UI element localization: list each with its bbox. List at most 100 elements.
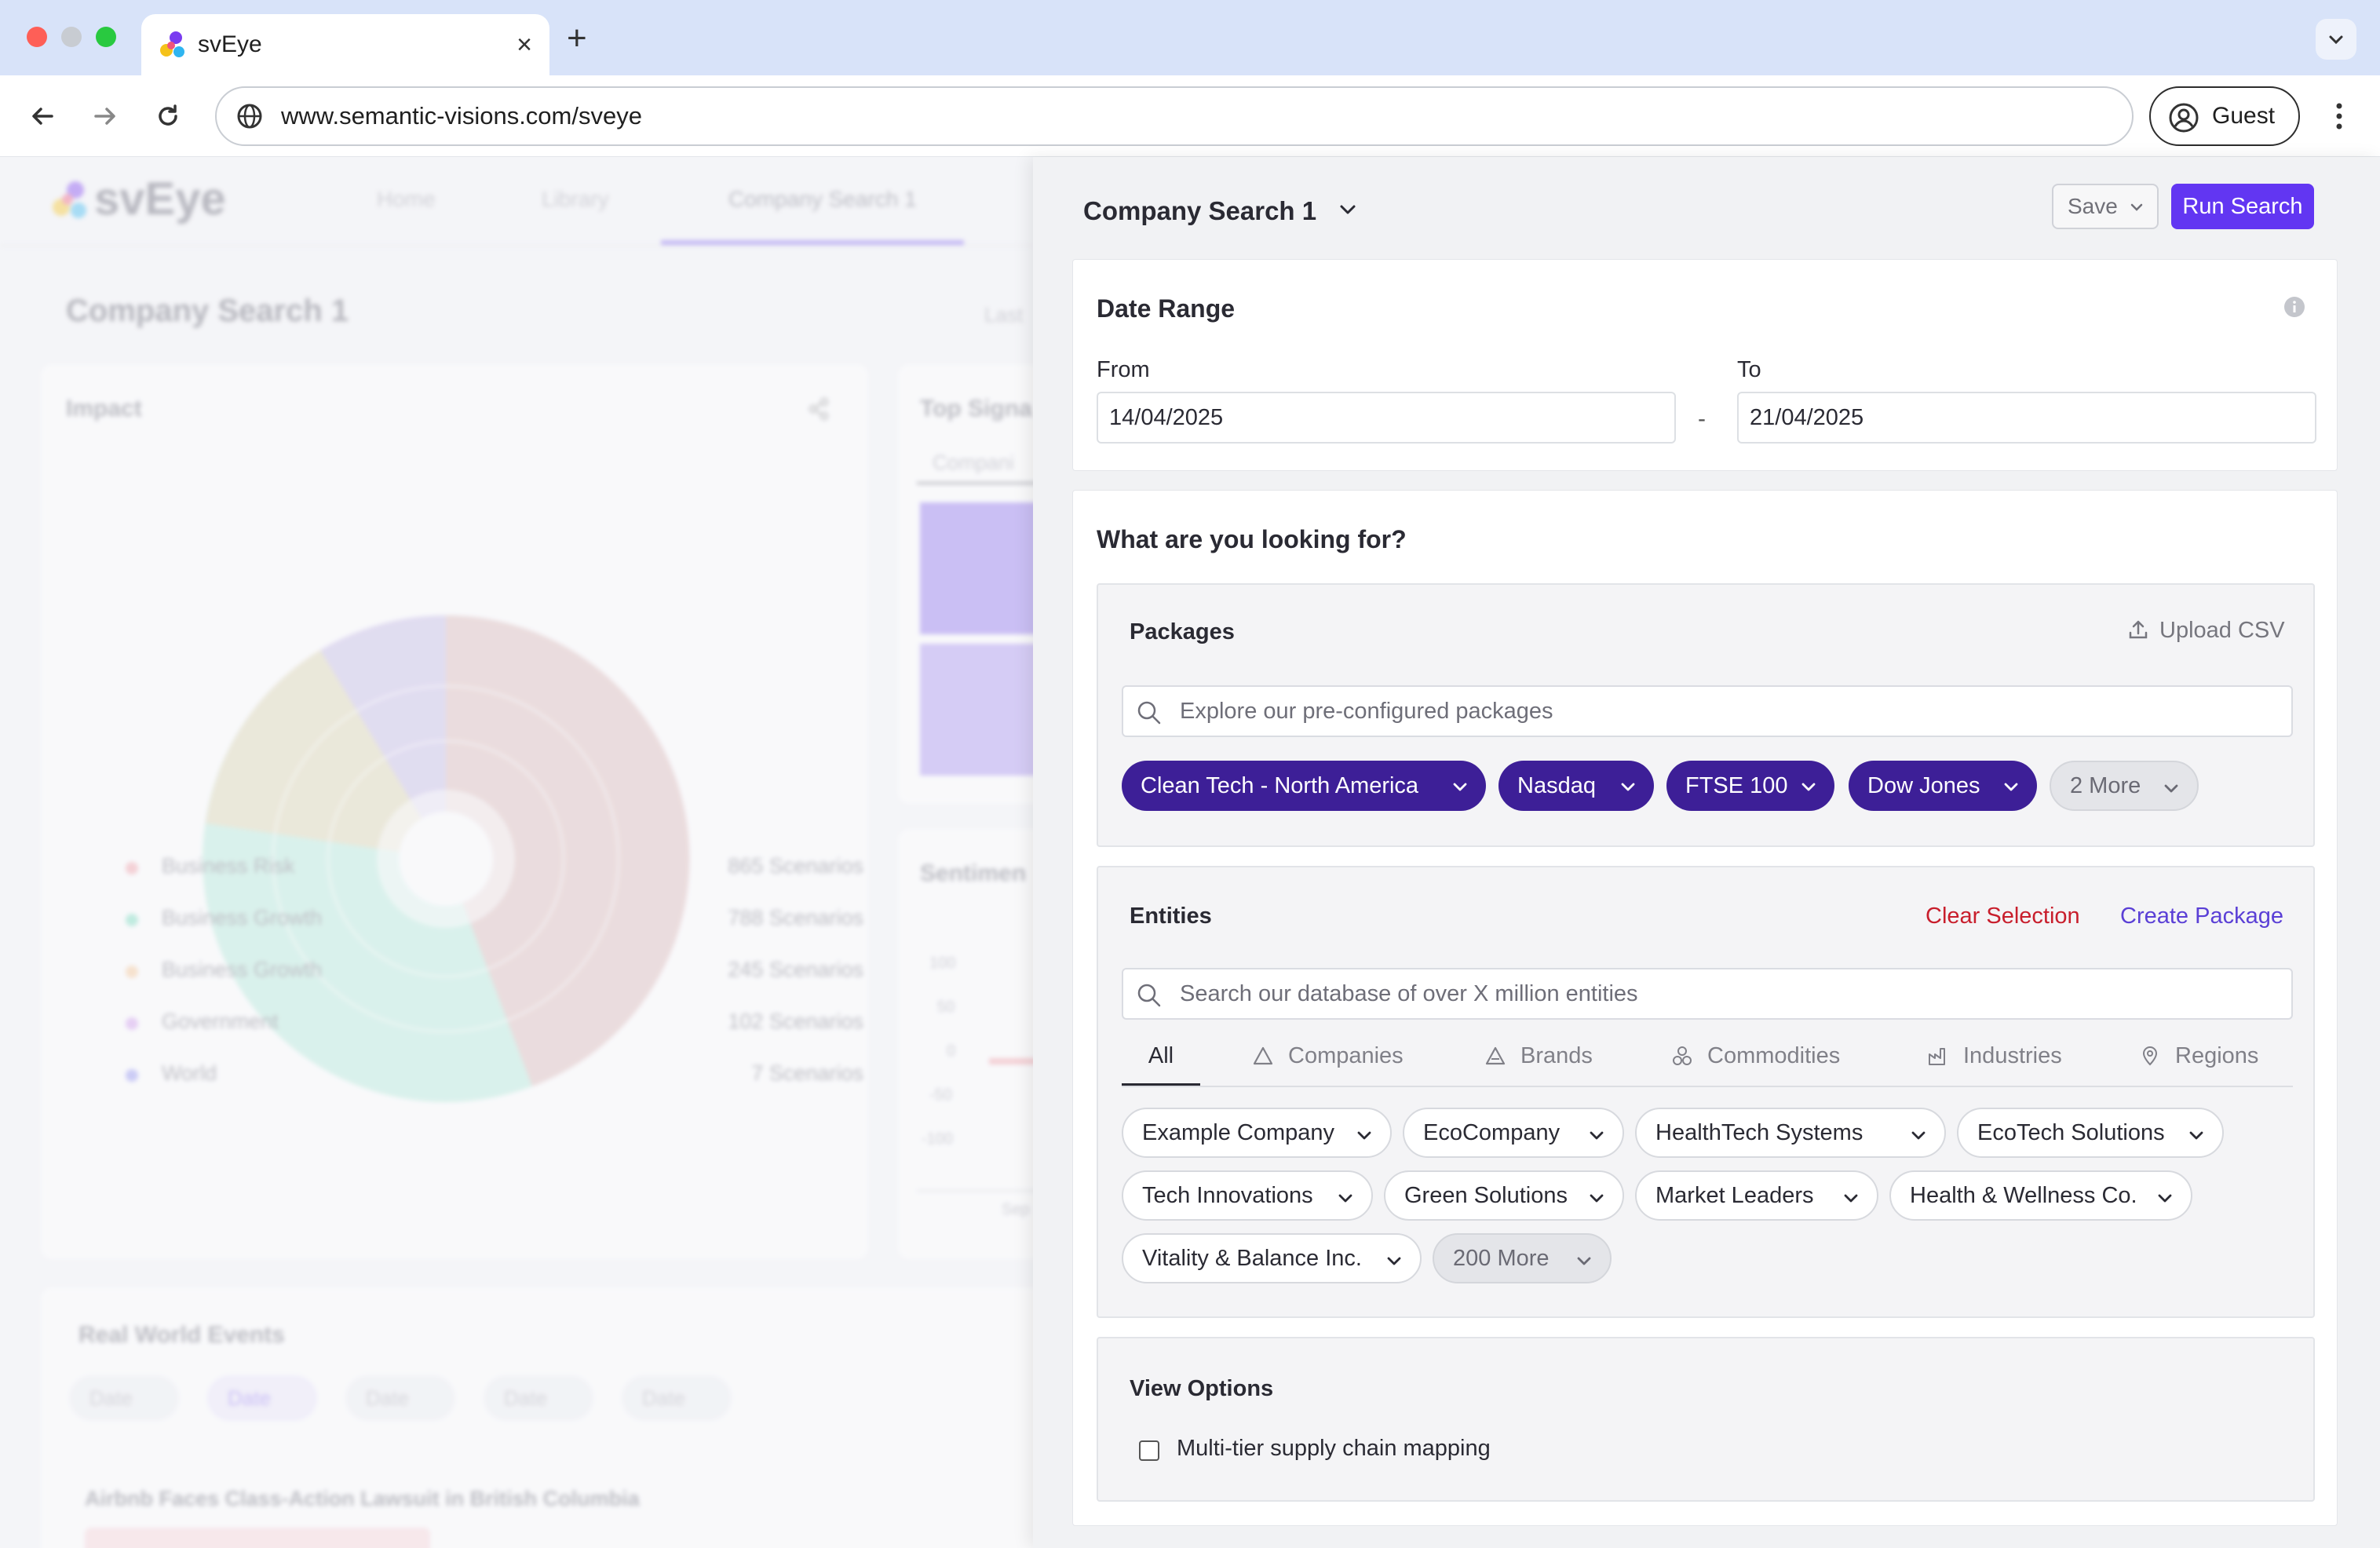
chevron-down-icon (2164, 784, 2178, 793)
tab-close-icon[interactable]: × (517, 25, 532, 64)
save-button[interactable]: Save (2052, 184, 2159, 229)
tab-title: svEye (198, 31, 262, 57)
chevron-down-icon (2158, 1194, 2172, 1203)
browser-tab-strip: svEye × + (0, 0, 2380, 75)
run-search-button[interactable]: Run Search (2171, 184, 2314, 229)
address-bar[interactable]: www.semantic-visions.com/sveye (215, 86, 2134, 146)
supply-chain-label[interactable]: Multi-tier supply chain mapping (1177, 1436, 1491, 1462)
browser-tab[interactable]: svEye × (141, 14, 549, 75)
packages-card: Packages Upload CSV Explore our pre-conf… (1097, 583, 2315, 847)
search-icon (1137, 701, 1161, 725)
package-chip[interactable]: Clean Tech - North America (1122, 761, 1486, 811)
chevron-down-icon (1577, 1257, 1591, 1265)
factory-icon (1929, 1048, 1945, 1065)
packages-search-input[interactable]: Explore our pre-configured packages (1122, 685, 2293, 737)
packages-title: Packages (1130, 619, 1235, 644)
entity-chip[interactable]: HealthTech Systems (1635, 1108, 1946, 1158)
package-chip[interactable]: FTSE 100 (1666, 761, 1834, 811)
entity-chip[interactable]: Example Company (1122, 1108, 1392, 1158)
profile-label: Guest (2212, 103, 2276, 129)
tab-all[interactable]: All (1122, 1034, 1200, 1086)
forward-button[interactable] (82, 93, 129, 140)
view-options-card: View Options Multi-tier supply chain map… (1097, 1337, 2315, 1502)
reload-button[interactable] (144, 93, 192, 140)
url-text: www.semantic-visions.com/sveye (281, 102, 642, 130)
upload-icon (2129, 620, 2148, 639)
entity-chip[interactable]: EcoCompany (1403, 1108, 1624, 1158)
chevron-down-icon (2329, 35, 2343, 45)
arrow-left-icon (32, 108, 53, 125)
new-tab-button[interactable]: + (567, 17, 587, 60)
chevron-down-icon (2189, 1131, 2203, 1140)
tab-regions[interactable]: Regions (2139, 1034, 2288, 1086)
chevron-down-icon (1911, 1131, 1926, 1140)
entity-chip[interactable]: Tech Innovations (1122, 1170, 1373, 1221)
more-entities-chip[interactable]: 200 More (1433, 1233, 1612, 1283)
entities-title: Entities (1130, 904, 1212, 929)
chevron-down-icon (1453, 783, 1467, 791)
commodities-icon (1673, 1046, 1692, 1065)
brand-triangle-icon (1485, 1046, 1506, 1065)
chevron-down-icon (2004, 783, 2018, 791)
date-range-title: Date Range (1097, 294, 1236, 323)
chevron-down-icon (1801, 783, 1816, 791)
tab-companies[interactable]: Companies (1252, 1034, 1417, 1086)
browser-menu-button[interactable] (2323, 93, 2355, 140)
from-label: From (1097, 357, 1150, 382)
package-chip[interactable]: Nasdaq (1498, 761, 1654, 811)
maximize-window-button[interactable] (96, 27, 116, 47)
search-icon (1137, 984, 1161, 1007)
chevron-down-icon[interactable] (1336, 198, 1360, 221)
tab-industries[interactable]: Industries (1927, 1034, 2076, 1086)
minimize-window-button[interactable] (61, 27, 82, 47)
search-name[interactable]: Company Search 1 (1083, 192, 1316, 231)
entity-chip[interactable]: Vitality & Balance Inc. (1122, 1233, 1422, 1283)
sveye-logo-icon (160, 31, 184, 57)
account-circle-icon (2169, 103, 2199, 133)
date-separator: - (1698, 406, 1706, 432)
create-package-link[interactable]: Create Package (2120, 904, 2283, 929)
supply-chain-checkbox[interactable] (1139, 1440, 1159, 1461)
entity-type-tabs: All Companies Brands Commodities Industr… (1122, 1034, 2293, 1087)
from-date-input[interactable]: 14/04/2025 (1097, 392, 1676, 444)
close-window-button[interactable] (27, 27, 47, 47)
chevron-down-icon (1590, 1194, 1604, 1203)
reload-icon (159, 104, 177, 126)
chevron-down-icon (1387, 1257, 1401, 1265)
profile-button[interactable]: Guest (2149, 86, 2300, 146)
location-pin-icon (2142, 1046, 2158, 1066)
save-label: Save (2068, 194, 2118, 218)
looking-for-title: What are you looking for? (1097, 525, 1407, 553)
browser-toolbar: www.semantic-visions.com/sveye Guest (0, 75, 2380, 157)
entity-chip[interactable]: Green Solutions (1384, 1170, 1624, 1221)
search-criteria-section: What are you looking for? Packages Uploa… (1072, 490, 2338, 1526)
back-button[interactable] (19, 93, 66, 140)
date-range-section: Date Range From 14/04/2025 - To 21/04/20… (1072, 259, 2338, 471)
arrow-right-icon (94, 108, 115, 125)
site-info-icon[interactable] (232, 99, 267, 133)
more-vertical-icon (2336, 103, 2342, 130)
modal-backdrop[interactable] (0, 157, 1033, 1548)
to-label: To (1737, 357, 1761, 382)
chevron-down-icon (1338, 1194, 1352, 1203)
tab-commodities[interactable]: Commodities (1671, 1034, 1860, 1086)
chevron-down-icon (1357, 1131, 1371, 1140)
chevron-down-icon (1621, 783, 1635, 791)
package-chip[interactable]: Dow Jones (1849, 761, 2037, 811)
tab-search-button[interactable] (2316, 19, 2356, 60)
search-panel: Company Search 1 Save Run Search Date Ra… (1033, 157, 2380, 1548)
chevron-down-icon (2130, 203, 2143, 211)
tab-brands[interactable]: Brands (1484, 1034, 1602, 1086)
info-icon[interactable] (2283, 296, 2305, 318)
view-options-title: View Options (1130, 1376, 1274, 1401)
entity-chip[interactable]: EcoTech Solutions (1957, 1108, 2224, 1158)
entity-chip[interactable]: Market Leaders (1635, 1170, 1878, 1221)
chevron-down-icon (1590, 1131, 1604, 1140)
to-date-input[interactable]: 21/04/2025 (1737, 392, 2316, 444)
triangle-icon (1253, 1046, 1273, 1065)
chevron-down-icon (1844, 1194, 1858, 1203)
clear-selection-link[interactable]: Clear Selection (1926, 904, 2080, 929)
more-packages-chip[interactable]: 2 More (2050, 761, 2199, 811)
entity-chip[interactable]: Health & Wellness Co. (1889, 1170, 2192, 1221)
entities-search-input[interactable]: Search our database of over X million en… (1122, 968, 2293, 1020)
